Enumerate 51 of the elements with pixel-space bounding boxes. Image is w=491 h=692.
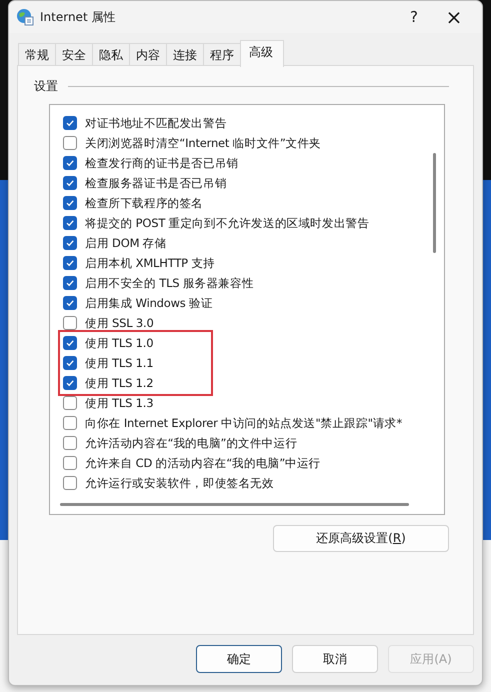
setting-label: 允许运行或安装软件，即使签名无效: [85, 476, 274, 490]
window-title: Internet 属性: [40, 8, 116, 26]
help-button[interactable]: ?: [394, 8, 434, 26]
setting-label: 启用不安全的 TLS 服务器兼容性: [85, 276, 254, 290]
close-button[interactable]: ×: [434, 5, 474, 29]
checkbox[interactable]: [63, 156, 77, 170]
reset-button[interactable]: 还原高级设置(R): [273, 525, 449, 552]
checkbox[interactable]: [63, 116, 77, 130]
checkbox[interactable]: [63, 336, 77, 350]
checkbox[interactable]: [63, 296, 77, 310]
setting-label: 启用 DOM 存储: [85, 236, 166, 250]
tab[interactable]: 常规: [18, 43, 56, 66]
setting-label: 将提交的 POST 重定向到不允许发送的区域时发出警告: [85, 216, 370, 230]
ok-button[interactable]: 确定: [196, 645, 282, 673]
checkbox[interactable]: [63, 356, 77, 370]
setting-label: 检查服务器证书是否已吊销: [85, 176, 227, 190]
dialog-button[interactable]: 取消: [292, 645, 378, 673]
setting-label: 启用集成 Windows 验证: [85, 296, 213, 310]
setting-label: 允许来自 CD 的活动内容在“我的电脑”中运行: [85, 456, 321, 470]
globe-icon: [16, 8, 34, 26]
checkbox[interactable]: [63, 476, 77, 490]
checkbox[interactable]: [63, 376, 77, 390]
checkbox[interactable]: [63, 396, 77, 410]
checkbox[interactable]: [63, 236, 77, 250]
checkbox[interactable]: [63, 416, 77, 430]
setting-label: 关闭浏览器时清空“Internet 临时文件”文件夹: [85, 136, 322, 150]
checkbox[interactable]: [63, 456, 77, 470]
setting-label: 向你在 Internet Explorer 中访问的站点发送"禁止跟踪"请求*: [85, 416, 402, 430]
setting-label: 使用 TLS 1.2: [85, 376, 154, 390]
setting-label: 检查所下载程序的签名: [85, 196, 204, 210]
checkbox[interactable]: [63, 176, 77, 190]
setting-label: 启用本机 XMLHTTP 支持: [85, 256, 215, 270]
checkbox[interactable]: [63, 276, 77, 290]
tab[interactable]: 高级: [240, 40, 284, 67]
checkbox[interactable]: [63, 216, 77, 230]
checkbox[interactable]: [63, 136, 77, 150]
setting-label: 使用 SSL 3.0: [85, 316, 154, 330]
group-label: 设置: [34, 78, 58, 95]
checkbox[interactable]: [63, 316, 77, 330]
setting-label: 检查发行商的证书是否已吊销: [85, 156, 238, 170]
checkbox[interactable]: [63, 256, 77, 270]
setting-label: 使用 TLS 1.1: [85, 356, 154, 370]
check-icon: [65, 118, 75, 128]
vertical-scrollbar[interactable]: [433, 153, 436, 253]
setting-label: 允许活动内容在“我的电脑”的文件中运行: [85, 436, 298, 450]
setting-label: 对证书地址不匹配发出警告: [85, 116, 227, 130]
setting-label: 使用 TLS 1.0: [85, 336, 154, 350]
checkbox[interactable]: [63, 196, 77, 210]
horizontal-scrollbar[interactable]: [60, 503, 409, 506]
setting-label: 使用 TLS 1.3: [85, 396, 154, 410]
checkbox[interactable]: [63, 436, 77, 450]
